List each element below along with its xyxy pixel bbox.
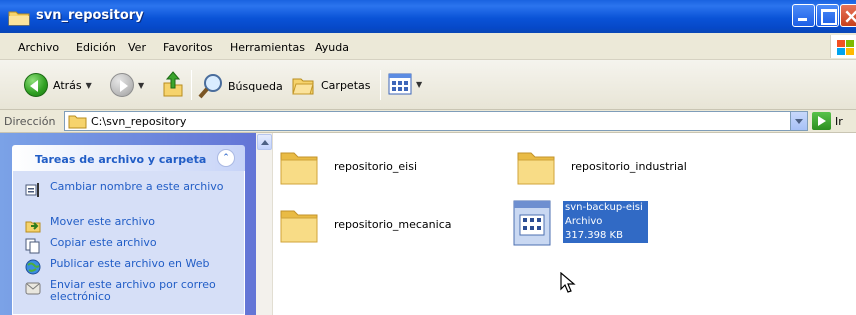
minimize-button[interactable]: [792, 4, 815, 27]
move-icon: [25, 221, 41, 233]
menu-herramientas[interactable]: Herramientas: [230, 41, 305, 54]
chevron-down-icon[interactable]: ▼: [416, 80, 422, 89]
back-label: Atrás: [53, 78, 82, 92]
windows-logo-icon: [830, 35, 856, 58]
task-label: Copiar este archivo: [50, 236, 157, 249]
folder-label: repositorio_industrial: [571, 159, 687, 173]
maximize-button[interactable]: [816, 4, 839, 27]
file-list-area[interactable]: repositorio_eisi repositorio_industrial …: [256, 133, 856, 315]
vertical-scrollbar[interactable]: [256, 133, 273, 315]
task-move[interactable]: Mover este archivo: [25, 216, 230, 233]
up-folder-button[interactable]: [162, 71, 184, 97]
up-folder-icon: [163, 71, 183, 97]
email-icon: [25, 282, 41, 295]
task-label: Cambiar nombre a este archivo: [50, 180, 224, 193]
menu-ayuda[interactable]: Ayuda: [315, 41, 349, 54]
views-icon: [388, 73, 412, 95]
menu-edicion[interactable]: Edición: [76, 41, 116, 54]
toolbar: Atrás ▼ ▼ Búsqueda Carpetas ▼: [0, 60, 856, 110]
file-name: svn-backup-eisi: [565, 202, 643, 213]
folder-item-repositorio-eisi[interactable]: repositorio_eisi: [278, 145, 417, 187]
task-label: Enviar este archivo por correo electróni…: [50, 278, 216, 303]
file-size: 317.398 KB: [565, 230, 623, 241]
forward-button[interactable]: ▼: [110, 73, 144, 97]
task-list: Cambiar nombre a este archivo Mover este…: [12, 171, 245, 315]
file-type: Archivo: [565, 216, 603, 227]
go-arrow-icon[interactable]: [812, 112, 831, 130]
folder-icon: [8, 11, 30, 26]
web-publish-icon: [25, 259, 41, 275]
window-title: svn_repository: [36, 8, 144, 23]
address-dropdown-button[interactable]: [790, 112, 807, 130]
task-label: Mover este archivo: [50, 215, 155, 228]
file-icon: [513, 200, 551, 246]
folders-button[interactable]: Carpetas: [291, 73, 370, 97]
task-panel-header[interactable]: Tareas de archivo y carpeta ⌃: [12, 145, 245, 171]
folders-label: Carpetas: [321, 78, 371, 92]
collapse-icon[interactable]: ⌃: [217, 149, 235, 167]
folder-icon: [517, 152, 555, 185]
close-button[interactable]: [840, 4, 856, 28]
search-icon: [198, 74, 222, 99]
address-label: Dirección: [4, 115, 56, 128]
folders-icon: [292, 78, 314, 95]
folder-icon: [68, 115, 87, 129]
folder-item-repositorio-mecanica[interactable]: repositorio_mecanica: [278, 203, 452, 245]
folder-label: repositorio_eisi: [334, 159, 418, 173]
chevron-down-icon[interactable]: ▼: [138, 81, 144, 90]
task-pane: Tareas de archivo y carpeta ⌃ Cambiar no…: [0, 133, 256, 315]
address-input[interactable]: C:\svn_repository: [64, 111, 808, 131]
folder-icon: [280, 152, 318, 185]
menu-bar: Archivo Edición Ver Favoritos Herramient…: [0, 33, 856, 60]
menu-ver[interactable]: Ver: [128, 41, 146, 54]
task-publish-web[interactable]: Publicar este archivo en Web: [25, 258, 230, 275]
forward-arrow-icon: [110, 73, 134, 97]
task-label: Publicar este archivo en Web: [50, 257, 210, 270]
address-path: C:\svn_repository: [91, 115, 187, 128]
task-copy[interactable]: Copiar este archivo: [25, 237, 230, 254]
go-button[interactable]: Ir: [835, 115, 843, 128]
mouse-cursor-icon: [560, 272, 576, 293]
selected-file-label: svn-backup-eisi Archivo 317.398 KB: [563, 201, 648, 243]
views-button[interactable]: ▼: [388, 73, 422, 95]
folder-icon: [280, 210, 318, 243]
back-button[interactable]: Atrás ▼: [24, 73, 92, 97]
task-rename[interactable]: Cambiar nombre a este archivo: [25, 181, 230, 198]
task-email[interactable]: Enviar este archivo por correo electróni…: [25, 279, 230, 303]
title-bar[interactable]: svn_repository: [0, 0, 856, 33]
scroll-up-button[interactable]: [257, 134, 272, 150]
chevron-down-icon[interactable]: ▼: [86, 81, 92, 90]
copy-icon: [25, 238, 40, 254]
folder-label: repositorio_mecanica: [334, 217, 452, 231]
search-label: Búsqueda: [228, 79, 283, 93]
folder-item-repositorio-industrial[interactable]: repositorio_industrial: [515, 145, 687, 187]
menu-favoritos[interactable]: Favoritos: [163, 41, 213, 54]
search-button[interactable]: Búsqueda: [198, 73, 283, 99]
rename-icon: [25, 183, 39, 197]
task-panel-title: Tareas de archivo y carpeta: [35, 153, 207, 166]
back-arrow-icon: [24, 73, 48, 97]
address-bar: Dirección C:\svn_repository Ir: [0, 110, 856, 133]
menu-archivo[interactable]: Archivo: [18, 41, 59, 54]
